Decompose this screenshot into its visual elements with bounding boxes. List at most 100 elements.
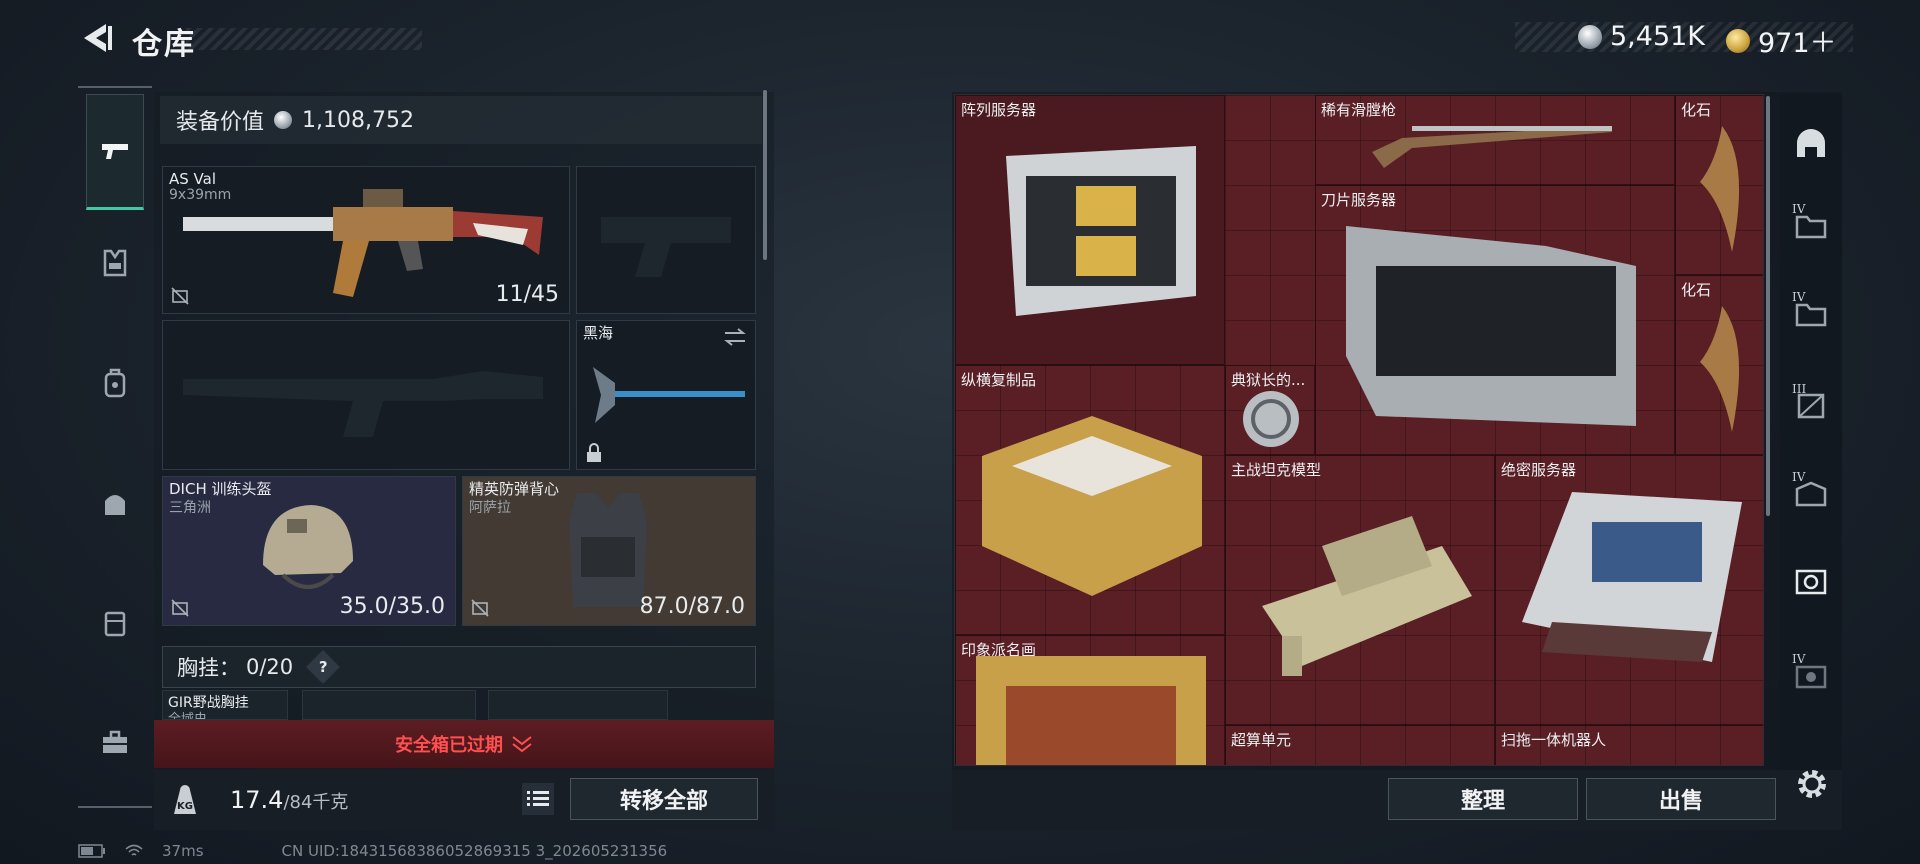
helmet-icon: [263, 505, 353, 589]
storage-item[interactable]: 稀有滑膛枪: [1315, 95, 1675, 185]
top-secret-server-icon: [1522, 492, 1742, 662]
storage-item[interactable]: 化石: [1675, 275, 1763, 455]
safebox-expired-banner[interactable]: 安全箱已过期: [154, 720, 774, 768]
storage-item[interactable]: 典狱长的...: [1225, 365, 1315, 455]
gold-currency[interactable]: 971＋: [1726, 21, 1837, 60]
storage-item[interactable]: 超算单元: [1225, 725, 1495, 765]
chest-rig-item-sub: 全域虫: [168, 712, 208, 720]
storage-tab-all[interactable]: [1790, 122, 1832, 164]
melee-slot[interactable]: 黑海: [576, 320, 756, 470]
pistol-icon: [102, 144, 128, 159]
body-armor-slot[interactable]: 精英防弹背心 阿萨拉 87.0/87.0: [462, 476, 756, 626]
chess-set-icon: [982, 416, 1202, 596]
storage-item[interactable]: 主战坦克模型: [1225, 455, 1495, 725]
silver-coin-icon: [274, 111, 293, 129]
nav-armor[interactable]: [86, 234, 144, 292]
equipment-scrollbar[interactable]: [763, 90, 767, 260]
transfer-all-button[interactable]: 转移全部: [570, 778, 758, 820]
insured-off-icon: [171, 599, 189, 617]
equipment-value: 1,108,752: [302, 107, 414, 133]
safebox-status-text: 安全箱已过期: [395, 735, 503, 756]
title-decoration: [186, 28, 422, 50]
storage-item[interactable]: 阵列服务器: [955, 95, 1225, 365]
chest-rig-grid-slot[interactable]: [488, 690, 668, 720]
blade-server-icon: [1346, 226, 1636, 426]
weight-icon: KG: [174, 785, 196, 814]
item-label: 主战坦克模型: [1231, 461, 1322, 479]
item-label: 扫拖一体机器人: [1501, 731, 1607, 749]
equipment-category-nav: [78, 86, 152, 808]
storage-item[interactable]: 刀片服务器: [1315, 185, 1675, 455]
item-label: 超算单元: [1231, 731, 1292, 749]
toolbox-icon: [103, 730, 127, 753]
ping-text: 37ms: [162, 842, 204, 860]
chevron-left-icon: [84, 24, 112, 52]
bag-icon: [105, 495, 125, 515]
melee-name: 黑海: [583, 324, 614, 342]
musket-icon: [1372, 126, 1612, 168]
weight-current: 17.4: [230, 786, 284, 814]
back-button[interactable]: [78, 20, 114, 56]
chest-rig-capacity: 胸挂： 0/20 ?: [162, 646, 756, 688]
fossil-claw-icon: [1700, 306, 1740, 432]
insured-off-icon: [171, 287, 189, 305]
tank-model-icon: [1262, 516, 1472, 676]
chest-rig-grid-slot[interactable]: [302, 690, 476, 720]
camera-box-icon: [1795, 569, 1827, 595]
storage-tab[interactable]: IV: [1790, 290, 1832, 334]
storage-tab[interactable]: IV: [1790, 652, 1832, 696]
nav-weapons[interactable]: [86, 94, 144, 210]
storage-tab-nav: IV IV III IV IV: [1780, 94, 1842, 766]
silver-coin-icon: [1578, 24, 1602, 49]
storage-item[interactable]: 绝密服务器: [1495, 455, 1763, 725]
tier-label: III: [1792, 382, 1807, 396]
item-label: 阵列服务器: [961, 101, 1037, 119]
storage-tab[interactable]: III: [1790, 382, 1832, 426]
list-view-button[interactable]: [522, 783, 554, 815]
settings-button[interactable]: [1792, 764, 1832, 804]
secondary-weapon-slot[interactable]: [576, 166, 756, 314]
storage-scrollbar[interactable]: [1766, 96, 1770, 516]
gold-amount: 971＋: [1758, 28, 1837, 59]
storage-item[interactable]: 印象派名画: [955, 635, 1225, 765]
storage-tab[interactable]: IV: [1790, 202, 1832, 246]
sell-button[interactable]: 出售: [1586, 778, 1776, 820]
gold-coin-icon: [1726, 28, 1750, 53]
helmet-origin: 三角洲: [169, 500, 211, 516]
storage-tab[interactable]: IV: [1790, 470, 1832, 514]
array-server-icon: [1006, 146, 1196, 316]
help-icon[interactable]: ?: [306, 650, 341, 684]
nav-container[interactable]: [86, 594, 144, 652]
silver-currency[interactable]: 5,451K: [1578, 21, 1705, 52]
swap-icon[interactable]: [723, 327, 747, 347]
storage-item[interactable]: 扫拖一体机器人: [1495, 725, 1763, 765]
helmet-durability: 35.0/35.0: [339, 594, 445, 619]
nav-toolbox[interactable]: [86, 714, 144, 772]
tier-label: IV: [1792, 290, 1806, 304]
chest-rig-value: 0/20: [246, 655, 294, 679]
vest-origin: 阿萨拉: [469, 500, 511, 516]
list-icon: [527, 791, 549, 806]
storage-item[interactable]: 纵横复制品: [955, 365, 1225, 635]
chest-rig-label: 胸挂：: [177, 656, 240, 680]
item-label: 化石: [1681, 281, 1712, 299]
nav-bag[interactable]: [86, 474, 144, 532]
double-chevron-down-icon: [512, 736, 532, 753]
storage-grid: 阵列服务器 稀有滑膛枪 化石 刀片服务器 化石 纵横复制品 典狱长的... 主战…: [954, 94, 1764, 766]
helmet-slot[interactable]: DICH 训练头盔 三角洲 35.0/35.0: [162, 476, 456, 626]
tidy-button[interactable]: 整理: [1388, 778, 1578, 820]
secondary-rifle-slot[interactable]: [162, 320, 570, 470]
storage-tab-active[interactable]: [1790, 560, 1832, 602]
nav-backpack[interactable]: [86, 354, 144, 412]
primary-weapon-slot[interactable]: AS Val 9x39mm 11/45: [162, 166, 570, 314]
tier-label: IV: [1792, 470, 1806, 484]
storage-item[interactable]: 化石: [1675, 95, 1763, 275]
painting-icon: [976, 656, 1206, 765]
chest-rig-item-slot[interactable]: GIR野战胸挂 全域虫: [162, 690, 288, 720]
status-bar: 37ms CN UID:18431568386052869315 3_20260…: [78, 842, 667, 860]
tier-label: IV: [1792, 202, 1806, 216]
battery-icon: [78, 844, 105, 858]
uid-text: CN UID:18431568386052869315 3_2026052313…: [281, 842, 668, 860]
container-icon: [104, 611, 126, 637]
weight-max: /84千克: [283, 792, 349, 813]
